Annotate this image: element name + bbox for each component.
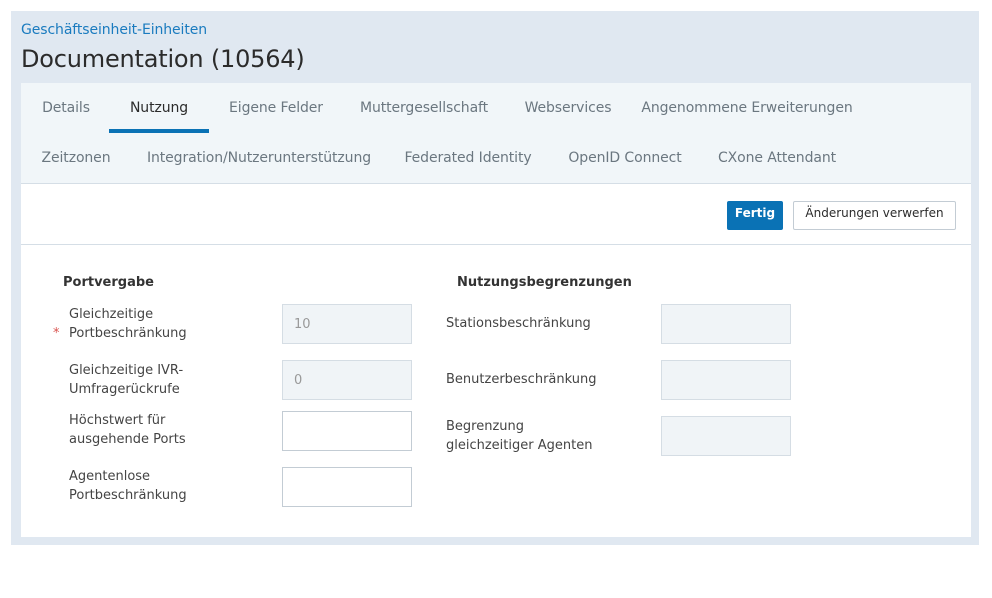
tab-eigene-felder[interactable]: Eigene Felder [219, 83, 333, 133]
tab-webservices[interactable]: Webservices [517, 83, 619, 133]
label-line: ausgehende Ports [69, 432, 186, 447]
tab-federated-identity[interactable]: Federated Identity [399, 133, 537, 183]
label-line: Höchstwert für [69, 413, 166, 428]
label-line: Agentenlose [69, 469, 151, 484]
tab-openid-connect[interactable]: OpenID Connect [561, 133, 689, 183]
label-line: Begrenzung [446, 419, 525, 434]
label-line: Benutzerbeschränkung [446, 372, 597, 387]
field-label-ivr-callbacks: Gleichzeitige IVR- Umfragerückrufe [69, 361, 183, 399]
label-line: Umfragerückrufe [69, 382, 180, 397]
tab-bar: Details Nutzung Eigene Felder Muttergese… [21, 83, 971, 184]
page-title: Documentation (10564) [21, 45, 305, 73]
action-bar: Fertig Änderungen verwerfen [21, 184, 971, 245]
label-line: Portbeschränkung [69, 488, 187, 503]
breadcrumb-link[interactable]: Geschäftseinheit-Einheiten [21, 22, 207, 38]
concurrent-port-limit-input[interactable] [282, 304, 412, 344]
done-button[interactable]: Fertig [727, 201, 783, 230]
tab-cxone-attendant[interactable]: CXone Attendant [711, 133, 843, 183]
agentless-port-limit-input[interactable] [282, 467, 412, 507]
label-line: Portbeschränkung [69, 326, 187, 341]
tab-nutzung[interactable]: Nutzung [109, 83, 209, 133]
field-label-agentless-port-limit: Agentenlose Portbeschränkung [69, 467, 187, 505]
label-line: Stationsbeschränkung [446, 316, 591, 331]
user-limit-input[interactable] [661, 360, 791, 400]
label-line: Gleichzeitige [69, 307, 154, 322]
label-line: Gleichzeitige IVR- [69, 363, 184, 378]
field-label-concurrent-port-limit: Gleichzeitige Portbeschränkung [69, 305, 187, 343]
port-allocation-title: Portvergabe [63, 275, 154, 290]
label-line: gleichzeitiger Agenten [446, 438, 593, 453]
concurrent-agent-limit-input[interactable] [661, 416, 791, 456]
ivr-callbacks-input[interactable] [282, 360, 412, 400]
max-outbound-ports-input[interactable] [282, 411, 412, 451]
tab-details[interactable]: Details [21, 83, 111, 133]
required-indicator: * [53, 326, 60, 341]
page-frame: Geschäftseinheit-Einheiten Documentation… [11, 11, 979, 545]
station-limit-input[interactable] [661, 304, 791, 344]
content-panel: Details Nutzung Eigene Felder Muttergese… [21, 83, 971, 537]
usage-limits-title: Nutzungsbegrenzungen [457, 275, 632, 290]
tab-angenommene-erweiterungen[interactable]: Angenommene Erweiterungen [641, 83, 853, 133]
discard-changes-button[interactable]: Änderungen verwerfen [793, 201, 956, 230]
field-label-max-outbound-ports: Höchstwert für ausgehende Ports [69, 411, 186, 449]
field-label-concurrent-agent-limit: Begrenzung gleichzeitiger Agenten [446, 417, 592, 455]
tab-zeitzonen[interactable]: Zeitzonen [31, 133, 121, 183]
tab-integration[interactable]: Integration/Nutzerunterstützung [143, 133, 375, 183]
tab-muttergesellschaft[interactable]: Muttergesellschaft [355, 83, 493, 133]
field-label-user-limit: Benutzerbeschränkung [446, 370, 596, 389]
field-label-station-limit: Stationsbeschränkung [446, 314, 591, 333]
